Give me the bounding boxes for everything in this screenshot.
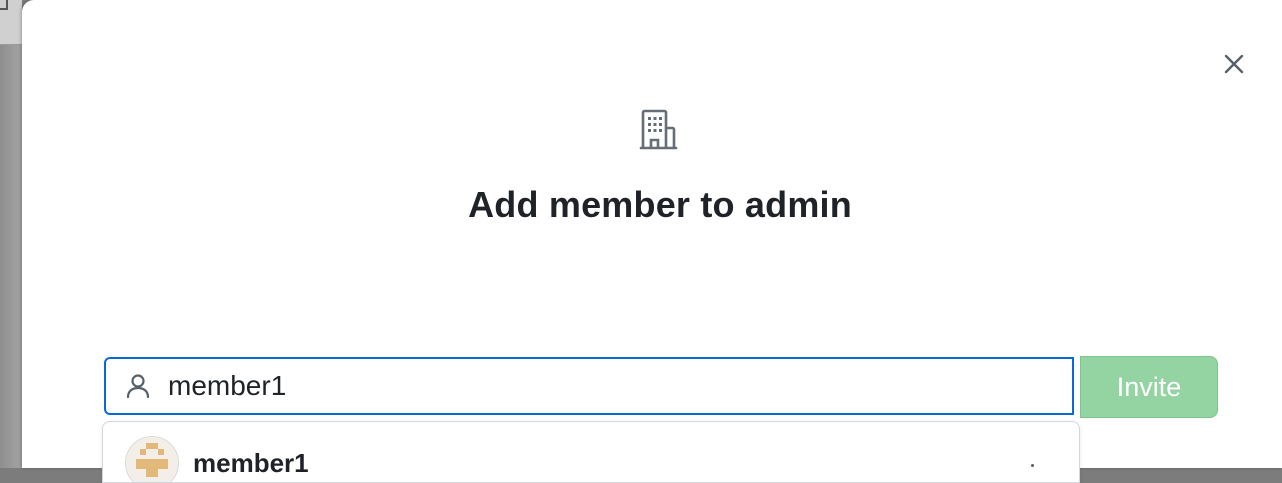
close-icon xyxy=(1224,54,1244,74)
suggestions-dropdown: member1 xyxy=(102,421,1080,483)
avatar xyxy=(125,436,179,482)
suggestion-item[interactable]: member1 xyxy=(103,422,1079,482)
backdrop-corner-icon xyxy=(0,0,8,10)
member-search-field[interactable] xyxy=(104,357,1074,415)
invite-button[interactable]: Invite xyxy=(1080,356,1218,418)
search-input[interactable] xyxy=(168,370,1028,402)
suggestion-marker xyxy=(1031,464,1034,467)
organization-icon xyxy=(639,109,678,150)
add-member-dialog: Add member to admin Invite xyxy=(22,0,1282,483)
close-button[interactable] xyxy=(1220,50,1248,78)
suggestion-username: member1 xyxy=(193,448,309,478)
page-backdrop xyxy=(0,0,22,468)
person-icon xyxy=(124,372,152,400)
dialog-title: Add member to admin xyxy=(468,184,852,225)
backdrop-header xyxy=(0,0,22,45)
